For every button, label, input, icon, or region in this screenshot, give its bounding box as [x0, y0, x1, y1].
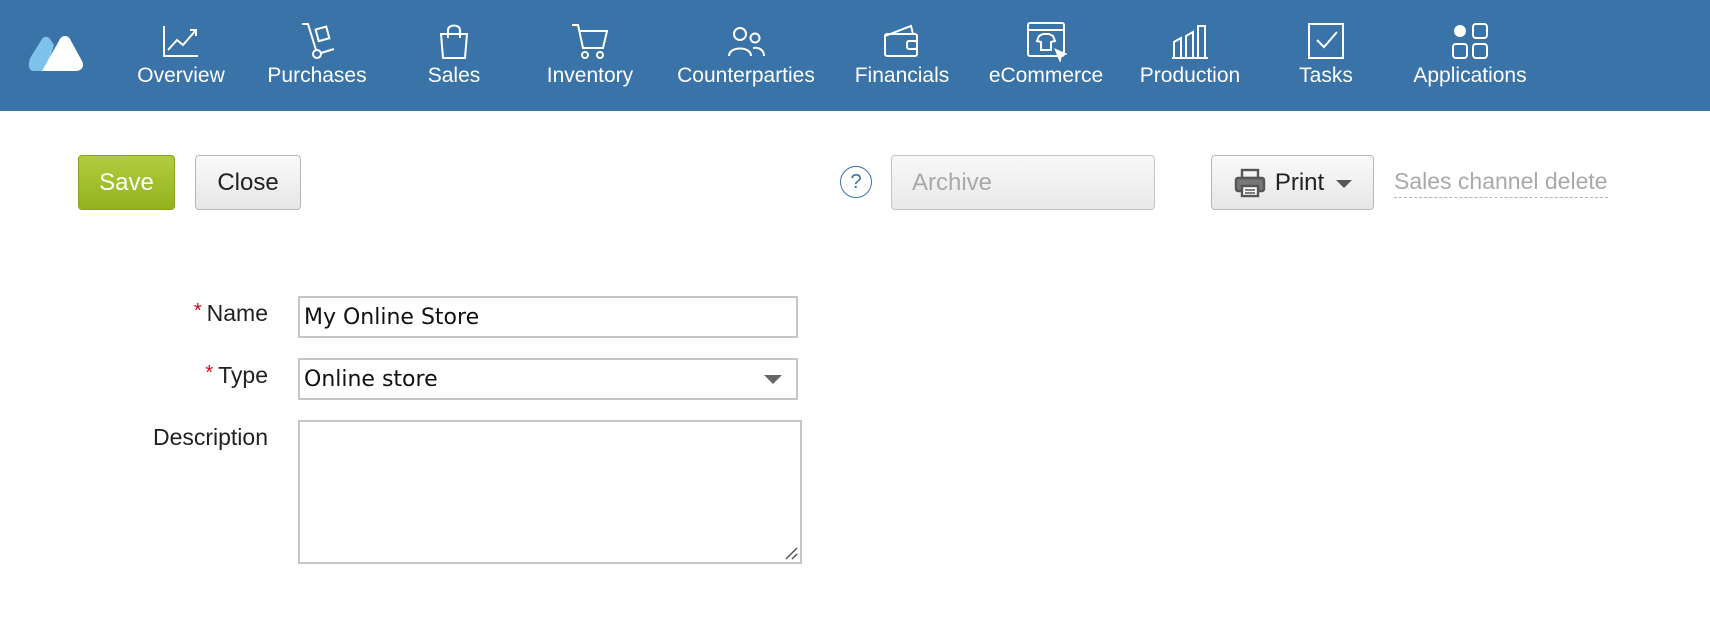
nav-item-ecommerce[interactable]: eCommerce — [985, 0, 1107, 111]
app-logo-icon[interactable] — [28, 33, 84, 73]
top-nav-bar: Overview Purchases Sales Inventory Count… — [0, 0, 1710, 111]
nav-item-tasks[interactable]: Tasks — [1290, 0, 1362, 111]
name-input[interactable]: My Online Store — [298, 296, 798, 338]
printer-icon — [1233, 167, 1267, 199]
description-field-label: Description — [152, 424, 268, 450]
cart-icon — [569, 20, 611, 62]
nav-label: Counterparties — [677, 64, 815, 87]
archive-button[interactable]: Archive — [891, 155, 1155, 210]
delete-sales-channel-link[interactable]: Sales channel delete — [1394, 168, 1608, 198]
hand-truck-icon — [296, 20, 338, 62]
factory-icon — [1169, 20, 1211, 62]
checkbox-icon — [1305, 20, 1347, 62]
nav-label: Overview — [137, 64, 225, 87]
nav-label: Production — [1139, 64, 1241, 87]
nav-item-inventory[interactable]: Inventory — [540, 0, 640, 111]
nav-label: eCommerce — [988, 64, 1104, 87]
required-marker: * — [193, 300, 202, 322]
description-textarea[interactable] — [298, 420, 802, 564]
nav-item-overview[interactable]: Overview — [133, 0, 229, 111]
nav-label: Purchases — [267, 64, 367, 87]
wallet-icon — [881, 20, 923, 62]
chevron-down-icon — [1336, 180, 1353, 188]
type-field-label: * Type — [205, 362, 268, 388]
chevron-down-icon — [764, 374, 782, 384]
nav-item-financials[interactable]: Financials — [852, 0, 952, 111]
nav-item-purchases[interactable]: Purchases — [263, 0, 371, 111]
nav-item-production[interactable]: Production — [1137, 0, 1243, 111]
nav-label: Sales — [427, 64, 481, 87]
close-button[interactable]: Close — [195, 155, 301, 210]
save-button[interactable]: Save — [78, 155, 175, 210]
storefront-icon — [1025, 20, 1069, 64]
nav-label: Tasks — [1299, 64, 1353, 87]
nav-label: Applications — [1413, 64, 1527, 87]
required-marker: * — [205, 362, 214, 384]
print-button-label: Print — [1274, 168, 1325, 196]
type-select[interactable]: Online store — [298, 358, 798, 400]
nav-item-sales[interactable]: Sales — [410, 0, 498, 111]
shopping-bag-icon — [433, 20, 475, 62]
apps-grid-icon — [1449, 20, 1491, 62]
people-icon — [725, 20, 767, 62]
chart-line-icon — [160, 20, 202, 62]
nav-label: Inventory — [546, 64, 634, 87]
nav-item-applications[interactable]: Applications — [1409, 0, 1531, 111]
nav-item-counterparties[interactable]: Counterparties — [673, 0, 819, 111]
resize-handle-icon[interactable] — [782, 544, 798, 560]
type-select-value: Online store — [304, 366, 438, 392]
help-icon[interactable]: ? — [840, 166, 872, 198]
print-button[interactable]: Print — [1211, 155, 1374, 210]
name-field-label: * Name — [193, 300, 268, 326]
nav-label: Financials — [854, 64, 950, 87]
